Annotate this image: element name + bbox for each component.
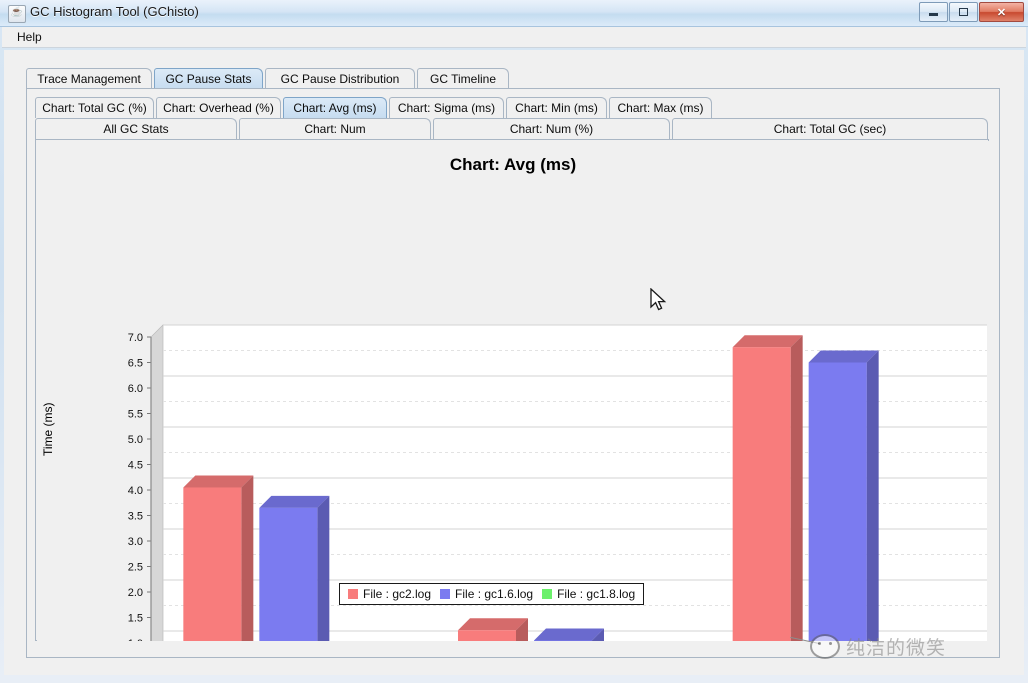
maximize-icon xyxy=(959,8,968,16)
chart-tab-chart-avg-ms[interactable]: Chart: Avg (ms) xyxy=(283,97,387,118)
content-pane: Trace Management GC Pause Stats GC Pause D… xyxy=(4,50,1024,675)
chart-tab-chart-num[interactable]: Chart: Num xyxy=(239,118,431,139)
chart-tab-chart-total-gc[interactable]: Chart: Total GC (%) xyxy=(35,97,154,118)
smiley-face-icon xyxy=(810,634,840,659)
bar-all-file-gc1.6.log xyxy=(259,495,330,641)
tab-label: All GC Stats xyxy=(103,122,169,136)
y-axis-tick-label: 2.0 xyxy=(128,587,143,599)
tab-gc-timeline[interactable]: GC Timeline xyxy=(417,68,509,89)
legend-item: File : gc1.8.log xyxy=(542,587,635,601)
chart-tab-chart-num[interactable]: Chart: Num (%) xyxy=(433,118,670,139)
close-button[interactable]: ✕ xyxy=(979,2,1024,22)
tab-label: Chart: Sigma (ms) xyxy=(397,101,496,115)
legend-swatch-icon xyxy=(542,589,553,599)
y-axis-tick-label: 4.5 xyxy=(128,460,143,472)
menu-bar: Help xyxy=(2,27,1026,48)
y-axis-tick-label: 3.5 xyxy=(128,511,143,523)
tab-label: GC Pause Stats xyxy=(165,72,252,86)
minimize-button[interactable] xyxy=(919,2,948,22)
bar-young-gc-file-gc1.6.log xyxy=(534,628,604,641)
gc-pause-stats-panel: Chart: Total GC (%) Chart: Overhead (%) Ch… xyxy=(26,88,1000,658)
tab-label: Chart: Num (%) xyxy=(509,122,594,136)
tab-trace-management[interactable]: Trace Management xyxy=(26,68,152,89)
bar-young-gc-file-gc2.log xyxy=(458,618,528,641)
chart-tab-all-gc-stats[interactable]: All GC Stats xyxy=(35,118,237,139)
legend-swatch-icon xyxy=(348,589,358,599)
maximize-button[interactable] xyxy=(949,2,978,22)
y-axis-tick-label: 6.0 xyxy=(128,383,143,395)
y-axis-tick-label: 3.0 xyxy=(128,536,143,548)
close-icon: ✕ xyxy=(996,6,1007,19)
y-axis-tick-label: 1.0 xyxy=(128,638,143,641)
chart-tab-chart-max-ms[interactable]: Chart: Max (ms) xyxy=(609,97,712,118)
y-axis-tick-label: 5.0 xyxy=(128,434,143,446)
avg-ms-bar-chart: Chart: Avg (ms) Time (ms) 0.00.51.01.52.… xyxy=(37,141,989,641)
y-axis-tick-label: 4.0 xyxy=(128,485,143,497)
tab-label: Trace Management xyxy=(37,72,141,86)
tab-label: Chart: Num xyxy=(304,122,366,136)
y-axis-tick-label: 6.5 xyxy=(128,358,143,370)
chart-tab-chart-sigma-ms[interactable]: Chart: Sigma (ms) xyxy=(389,97,504,118)
chart-plot-area: 0.00.51.01.52.02.53.03.54.04.55.05.56.06… xyxy=(128,324,987,641)
tab-label: Chart: Max (ms) xyxy=(617,101,704,115)
legend-swatch-icon xyxy=(440,589,451,599)
tab-label: GC Pause Distribution xyxy=(280,72,400,86)
application-window: ☕ GC Histogram Tool (GChisto) ✕ Help Tra… xyxy=(0,0,1028,683)
watermark: 纯洁的微笑 xyxy=(810,633,946,660)
y-axis-tick-label: 7.0 xyxy=(128,332,143,344)
bar-full-gc-file-gc2.log xyxy=(732,335,803,641)
y-axis-tick-label: 2.5 xyxy=(128,562,143,574)
window-title: GC Histogram Tool (GChisto) xyxy=(30,4,199,19)
window-controls: ✕ xyxy=(919,2,1024,22)
tab-label: Chart: Min (ms) xyxy=(515,101,598,115)
watermark-text: 纯洁的微笑 xyxy=(846,637,947,659)
chart-legend: File : gc2.log File : gc1.6.log File : gc1… xyxy=(339,583,645,605)
legend-label: File : gc1.6.log xyxy=(455,587,534,601)
chart-tab-chart-overhead[interactable]: Chart: Overhead (%) xyxy=(156,97,281,118)
tab-label: GC Timeline xyxy=(429,72,497,86)
chart-tab-chart-total-gc-sec[interactable]: Chart: Total GC (sec) xyxy=(672,118,988,139)
y-axis-tick-label: 5.5 xyxy=(128,409,143,421)
tab-gc-pause-distribution[interactable]: GC Pause Distribution xyxy=(265,68,415,89)
legend-item: File : gc2.log xyxy=(348,587,431,601)
chart-tab-chart-min-ms[interactable]: Chart: Min (ms) xyxy=(506,97,607,118)
minimize-icon xyxy=(929,13,938,16)
tab-label: Chart: Overhead (%) xyxy=(163,101,274,115)
app-icon: ☕ xyxy=(8,5,26,23)
chart-container: Chart: Avg (ms) Time (ms) 0.00.51.01.52.… xyxy=(35,139,989,641)
bar-all-file-gc2.log xyxy=(183,475,254,641)
legend-label: File : gc1.8.log xyxy=(557,587,636,601)
tab-label: Chart: Total GC (%) xyxy=(42,101,147,115)
tab-gc-pause-stats[interactable]: GC Pause Stats xyxy=(154,68,263,89)
legend-item: File : gc1.6.log xyxy=(440,587,533,601)
tab-label: Chart: Total GC (sec) xyxy=(773,122,887,136)
menu-item-help[interactable]: Help xyxy=(12,29,47,45)
legend-label: File : gc2.log xyxy=(363,587,432,601)
title-bar: ☕ GC Histogram Tool (GChisto) ✕ xyxy=(0,0,1028,27)
y-axis-tick-label: 1.5 xyxy=(128,613,143,625)
tab-label: Chart: Avg (ms) xyxy=(293,101,377,115)
bar-full-gc-file-gc1.6.log xyxy=(808,350,879,641)
